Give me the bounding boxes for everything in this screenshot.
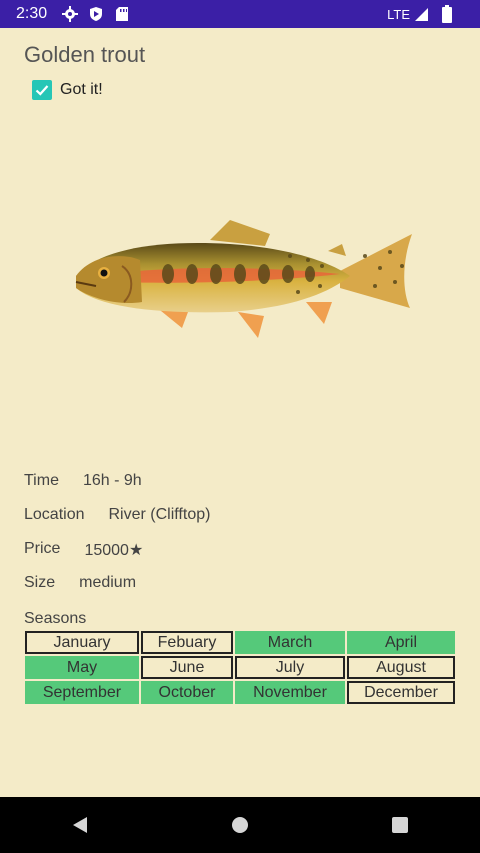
seasons-label: Seasons bbox=[24, 610, 87, 627]
month-cell: March bbox=[235, 631, 345, 654]
size-row: Size medium bbox=[24, 574, 136, 592]
caught-checkbox[interactable]: Got it! bbox=[32, 80, 103, 100]
month-cell: April bbox=[347, 631, 455, 654]
size-label: Size bbox=[24, 574, 56, 591]
price-label: Price bbox=[24, 540, 61, 557]
battery-icon bbox=[438, 5, 456, 23]
checkbox-checked-icon[interactable] bbox=[32, 80, 52, 100]
time-label: Time bbox=[24, 472, 59, 489]
time-value: 16h - 9h bbox=[82, 472, 142, 489]
location-value: River (Clifftop) bbox=[108, 506, 211, 523]
price-row: Price 15000★ bbox=[24, 540, 143, 560]
month-cell: August bbox=[347, 656, 455, 679]
signal-icon bbox=[412, 5, 430, 23]
month-cell: June bbox=[141, 656, 233, 679]
fish-image bbox=[75, 220, 412, 338]
network-type: LTE bbox=[387, 6, 410, 22]
month-cell: November bbox=[235, 681, 345, 704]
month-cell: January bbox=[25, 631, 139, 654]
gear-icon bbox=[61, 5, 79, 23]
back-icon[interactable] bbox=[60, 805, 100, 845]
month-cell: September bbox=[25, 681, 139, 704]
location-row: Location River (Clifftop) bbox=[24, 506, 210, 524]
fish-detail: Golden trout Got it! Time 16h - 9h Locat… bbox=[0, 28, 480, 797]
page-title: Golden trout bbox=[24, 42, 146, 67]
seasons-grid: January Febuary March April May June Jul… bbox=[24, 630, 456, 705]
status-time: 2:30 bbox=[16, 5, 48, 22]
home-icon[interactable] bbox=[220, 805, 260, 845]
month-cell: December bbox=[347, 681, 455, 704]
month-cell: May bbox=[25, 656, 139, 679]
size-value: medium bbox=[79, 574, 137, 591]
caught-label: Got it! bbox=[60, 81, 103, 98]
location-label: Location bbox=[24, 506, 85, 523]
month-cell: October bbox=[141, 681, 233, 704]
recents-icon[interactable] bbox=[380, 805, 420, 845]
status-bar: 2:30 LTE bbox=[0, 0, 480, 28]
navigation-bar bbox=[0, 797, 480, 853]
month-cell: July bbox=[235, 656, 345, 679]
time-row: Time 16h - 9h bbox=[24, 472, 142, 490]
price-value: 15000★ bbox=[84, 542, 144, 559]
sd-card-icon bbox=[113, 5, 131, 23]
shield-icon bbox=[87, 5, 105, 23]
month-cell: Febuary bbox=[141, 631, 233, 654]
